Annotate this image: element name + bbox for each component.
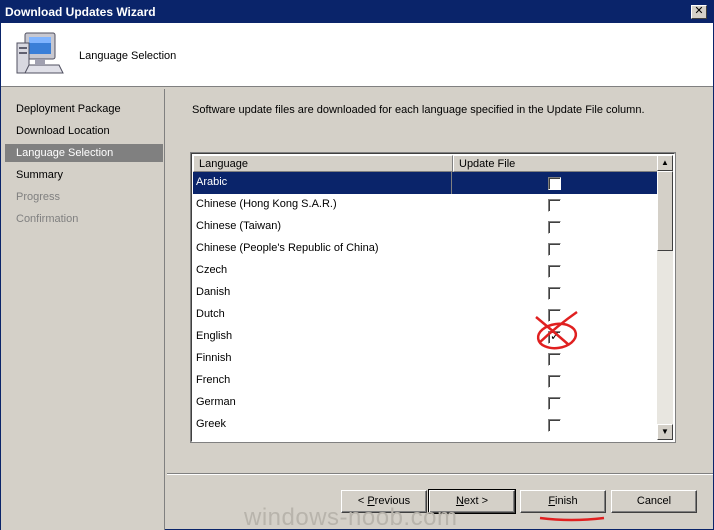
update-file-checkbox[interactable] — [548, 309, 561, 322]
language-name: Danish — [196, 286, 231, 298]
update-file-checkbox[interactable] — [548, 243, 561, 256]
update-file-checkbox[interactable] — [548, 375, 561, 388]
computer-icon — [16, 32, 64, 74]
language-name: German — [196, 396, 236, 408]
sidebar-item-progress: Progress — [16, 191, 61, 203]
list-item[interactable]: English — [193, 326, 658, 348]
list-item[interactable]: German — [193, 392, 658, 414]
list-header: Language Update File — [193, 155, 658, 172]
sidebar-item-confirmation: Confirmation — [16, 213, 79, 225]
description-text: Software update files are downloaded for… — [192, 104, 645, 116]
update-file-checkbox[interactable] — [548, 353, 561, 366]
watermark-text: windows-noob.com — [244, 504, 458, 530]
language-name: Greek — [196, 418, 226, 430]
language-list[interactable]: Language Update File Arabic Chinese (Hong… — [190, 152, 676, 443]
list-item[interactable]: Finnish — [193, 348, 658, 370]
vertical-scrollbar[interactable]: ▲ ▼ — [657, 155, 673, 440]
language-name: Chinese (Hong Kong S.A.R.) — [196, 198, 337, 210]
wizard-header: Language Selection — [1, 23, 713, 87]
language-name: Chinese (People's Republic of China) — [196, 242, 379, 254]
update-file-checkbox[interactable] — [548, 177, 561, 190]
sidebar-item-language-selection: Language Selection — [5, 144, 163, 162]
close-button[interactable]: ✕ — [691, 5, 707, 19]
scroll-down-icon[interactable]: ▼ — [657, 424, 673, 440]
footer-divider — [167, 473, 713, 475]
sidebar-item-summary: Summary — [16, 169, 64, 181]
list-item[interactable]: Danish — [193, 282, 658, 304]
update-file-checkbox[interactable] — [548, 287, 561, 300]
list-item[interactable]: Czech — [193, 260, 658, 282]
list-item[interactable]: Arabic — [193, 172, 658, 194]
update-file-checkbox[interactable] — [548, 419, 561, 432]
update-file-checkbox[interactable] — [548, 199, 561, 212]
sidebar-item-deployment-package: Deployment Package — [16, 103, 121, 115]
language-name: Finnish — [196, 352, 232, 364]
list-rows: Arabic Chinese (Hong Kong S.A.R.) Chinese … — [193, 172, 658, 441]
scroll-thumb[interactable] — [657, 171, 673, 251]
list-item[interactable]: Greek — [193, 414, 658, 436]
language-name: French — [196, 374, 231, 386]
list-item[interactable]: French — [193, 370, 658, 392]
update-file-checkbox[interactable] — [548, 397, 561, 410]
column-separator — [451, 172, 452, 194]
sidebar-item-download-location: Download Location — [16, 125, 110, 137]
update-file-checkbox[interactable] — [548, 265, 561, 278]
column-update-file[interactable]: Update File — [453, 155, 658, 172]
column-language[interactable]: Language — [193, 155, 453, 172]
update-file-checkbox[interactable] — [548, 329, 561, 344]
wizard-window: Download Updates Wizard ✕ Language Selec… — [0, 0, 714, 530]
list-item[interactable]: Chinese (Taiwan) — [193, 216, 658, 238]
cancel-button[interactable]: Cancel — [611, 490, 697, 513]
language-name: Czech — [196, 264, 228, 276]
scroll-up-icon[interactable]: ▲ — [657, 155, 673, 171]
list-item[interactable]: Chinese (Hong Kong S.A.R.) — [193, 194, 658, 216]
list-item[interactable]: Chinese (People's Republic of China) — [193, 238, 658, 260]
update-file-checkbox[interactable] — [548, 221, 561, 234]
window-title: Download Updates Wizard — [5, 5, 156, 19]
title-bar: Download Updates Wizard ✕ — [1, 1, 713, 23]
language-name: Arabic — [196, 176, 228, 188]
list-item[interactable]: Dutch — [193, 304, 658, 326]
finish-button[interactable]: Finish — [520, 490, 606, 513]
language-name: Chinese (Taiwan) — [196, 220, 281, 232]
language-name: Dutch — [196, 308, 225, 320]
wizard-steps: Deployment Package Download Location Langu… — [1, 89, 165, 530]
language-name: English — [196, 330, 233, 342]
page-title: Language Selection — [79, 50, 177, 62]
